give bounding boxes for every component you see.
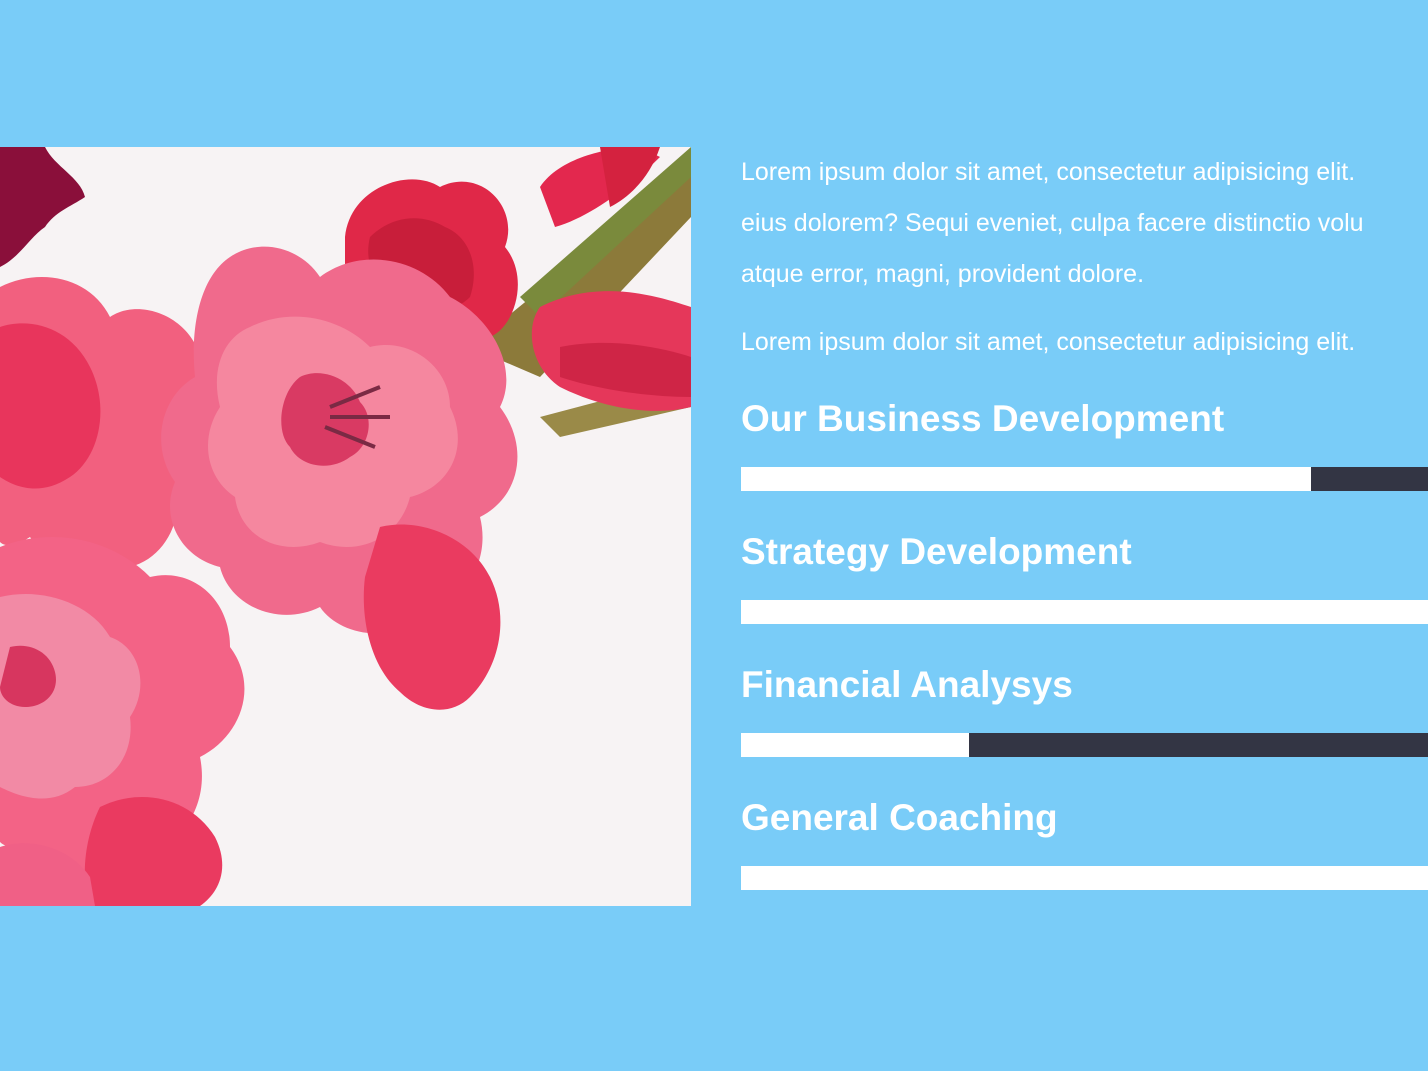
skill-strategy-development: Strategy Development bbox=[741, 530, 1428, 624]
progress-bar bbox=[741, 600, 1428, 624]
progress-bar bbox=[741, 467, 1428, 491]
skill-general-coaching: General Coaching bbox=[741, 796, 1428, 890]
skill-business-development: Our Business Development bbox=[741, 397, 1428, 491]
flower-photo bbox=[0, 147, 691, 906]
secondary-paragraph: Lorem ipsum dolor sit amet, consectetur … bbox=[741, 317, 1428, 368]
skill-financial-analysis: Financial Analysys bbox=[741, 663, 1428, 757]
about-section: Lorem ipsum dolor sit amet, consectetur … bbox=[0, 0, 1428, 1071]
skill-title: Our Business Development bbox=[741, 398, 1225, 439]
progress-bar bbox=[741, 866, 1428, 890]
progress-bar bbox=[741, 733, 1428, 757]
flower-illustration bbox=[0, 147, 691, 906]
skill-title: Strategy Development bbox=[741, 531, 1132, 572]
skill-title: General Coaching bbox=[741, 797, 1058, 838]
about-content: Lorem ipsum dolor sit amet, consectetur … bbox=[741, 147, 1428, 890]
progress-bar-remaining bbox=[1310, 467, 1428, 491]
skill-title: Financial Analysys bbox=[741, 664, 1073, 705]
paragraph-line: Lorem ipsum dolor sit amet, consectetur … bbox=[741, 328, 1356, 356]
intro-paragraph: Lorem ipsum dolor sit amet, consectetur … bbox=[741, 147, 1428, 300]
paragraph-line: atque error, magni, provident dolore. bbox=[741, 260, 1145, 288]
paragraph-line: eius dolorem? Sequi eveniet, culpa facer… bbox=[741, 209, 1364, 237]
progress-bar-remaining bbox=[969, 733, 1428, 757]
paragraph-line: Lorem ipsum dolor sit amet, consectetur … bbox=[741, 158, 1356, 186]
